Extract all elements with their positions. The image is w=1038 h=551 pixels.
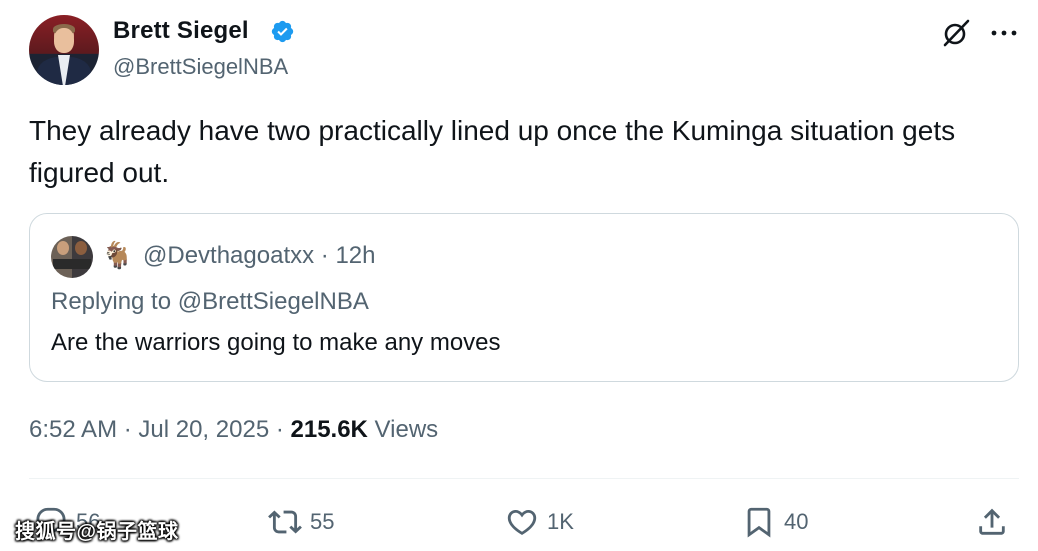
views-count: 215.6K [290,416,368,443]
grok-icon[interactable] [941,18,971,48]
share-icon [979,508,1005,535]
quoted-tweet[interactable]: 🐐 @Devthagoatxx · 12h Replying to @Brett… [29,213,1019,382]
like-count: 1K [547,509,574,534]
verified-badge-icon [271,20,294,43]
views-label: Views [367,416,439,443]
tweet-time[interactable]: 6:52 AM [29,416,117,443]
like-button[interactable]: 1K [505,500,574,544]
bookmark-icon [747,507,771,538]
watermark: 搜狐号@锅子篮球 [15,521,179,543]
tweet-date[interactable]: Jul 20, 2025 [138,416,269,443]
quoted-text: Are the warriors going to make any moves [51,329,501,356]
more-icon[interactable] [990,25,1018,41]
retweet-icon [268,510,302,534]
replying-to-handle[interactable]: @BrettSiegelNBA [178,288,369,315]
quoted-handle-time: @Devthagoatxx · 12h [143,242,376,269]
meta-separator: · [269,416,291,443]
author-handle[interactable]: @BrettSiegelNBA [113,54,288,80]
retweet-button[interactable]: 55 [268,500,334,544]
replying-prefix: Replying to [51,288,178,315]
retweet-count: 55 [310,509,335,534]
tweet-text: They already have two practically lined … [29,115,956,188]
author-display-name[interactable]: Brett Siegel [113,17,249,45]
divider [29,478,1019,479]
quoted-avatar[interactable] [51,236,93,278]
goat-emoji: 🐐 [101,240,134,270]
tweet-meta: 6:52 AM · Jul 20, 2025 · 215.6K Views [29,416,438,444]
meta-separator: · [117,416,139,443]
share-button[interactable] [975,500,1009,544]
bookmark-count: 40 [784,509,809,534]
quoted-replying-to: Replying to @BrettSiegelNBA [51,288,369,316]
bookmark-button[interactable]: 40 [742,500,808,544]
heart-icon [507,509,537,535]
quoted-avatar-person-right [75,241,87,255]
author-avatar[interactable] [29,15,99,85]
quoted-avatar-person-left [57,241,69,255]
quoted-avatar-caption [53,259,91,269]
avatar-face [54,28,74,53]
